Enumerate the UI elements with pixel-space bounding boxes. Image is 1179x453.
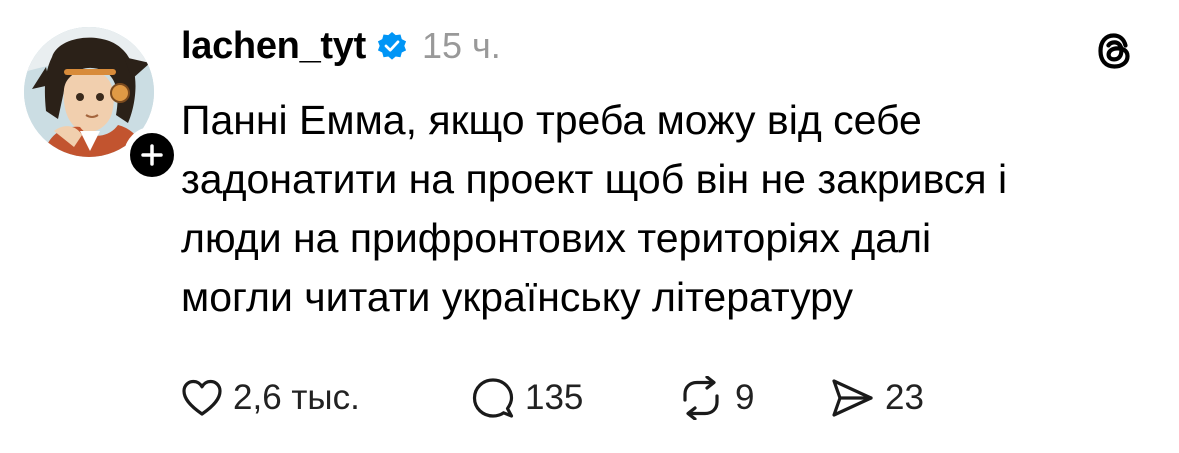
- like-count: 2,6 тыс.: [233, 378, 360, 417]
- verified-badge-icon: [377, 32, 407, 60]
- share-count: 23: [885, 378, 924, 417]
- post-text-line: могли читати українську літературу: [181, 274, 854, 320]
- send-icon: [832, 379, 873, 417]
- action-bar: 2,6 тыс. 135 9 23: [181, 372, 924, 424]
- post-timestamp: 15 ч.: [421, 25, 501, 66]
- heart-icon: [182, 379, 222, 416]
- plus-icon: [141, 144, 163, 166]
- repost-button[interactable]: 9: [677, 376, 829, 420]
- repost-arrows-icon: [683, 376, 719, 420]
- post-text-line: задонатити на проект щоб він не закрився…: [181, 156, 1008, 202]
- reply-button[interactable]: 135: [471, 376, 677, 420]
- follow-button[interactable]: [124, 127, 180, 183]
- post-header: lachen_tyt 15 ч.: [181, 22, 501, 70]
- post-text-line: Панні Емма, якщо треба можу від себе: [181, 97, 922, 143]
- username[interactable]: lachen_tyt: [181, 25, 366, 68]
- avatar-container: [24, 27, 180, 183]
- post-body: Панні Емма, якщо треба можу від себе зад…: [181, 91, 1161, 327]
- threads-logo-icon[interactable]: [1090, 26, 1140, 76]
- reply-count: 135: [525, 378, 584, 417]
- comment-bubble-icon: [472, 378, 514, 418]
- repost-count: 9: [735, 378, 755, 417]
- share-button[interactable]: 23: [829, 377, 924, 419]
- like-button[interactable]: 2,6 тыс.: [181, 378, 471, 418]
- post-text-line: люди на прифронтових територіях далі: [181, 215, 932, 261]
